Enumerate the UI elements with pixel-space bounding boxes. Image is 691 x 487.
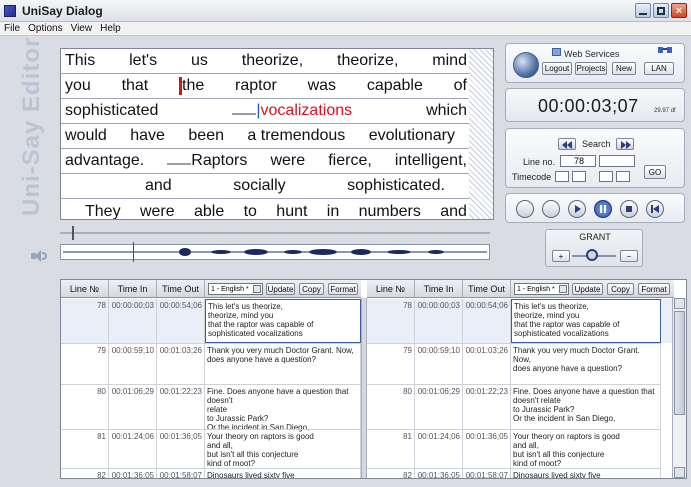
loop-icon[interactable] xyxy=(542,200,560,218)
copy-button-left[interactable]: Copy xyxy=(299,283,324,295)
subtitle-text-cell[interactable]: This let's us theorize, theorize, mind y… xyxy=(205,299,361,343)
logout-button[interactable]: Logout xyxy=(542,62,572,75)
menu-help[interactable]: Help xyxy=(96,23,125,34)
timecode-value: 00:00:03;07 xyxy=(538,96,639,116)
grid-scrollbar[interactable] xyxy=(672,298,686,478)
search-label: Search xyxy=(582,139,611,149)
editor-line: and socially sophisticated. xyxy=(61,174,471,199)
speaker-panel: GRANT + − xyxy=(545,229,643,267)
menu-file[interactable]: File xyxy=(0,23,24,34)
col-line-no-right[interactable]: Line № xyxy=(367,280,415,297)
minimize-button[interactable] xyxy=(635,3,651,18)
watermark-text: Uni-Say Editor xyxy=(18,36,45,216)
language-select-left[interactable]: 1 - English * xyxy=(208,283,263,295)
pause-icon[interactable] xyxy=(594,200,612,218)
update-button-left[interactable]: Update xyxy=(266,283,295,295)
grid-header-right: Line № Time In Time Out 1 - English * Up… xyxy=(367,280,674,298)
line-no-label: Line no. xyxy=(523,157,556,167)
title-bar: UniSay Dialog × xyxy=(0,0,691,22)
clock-icon[interactable] xyxy=(516,200,534,218)
timecode-hours-field[interactable] xyxy=(555,171,569,182)
subtitle-editor[interactable]: This let's us theorize, theorize, mind y… xyxy=(60,48,494,220)
network-icon xyxy=(658,47,672,54)
close-button[interactable]: × xyxy=(671,3,687,18)
rewind-icon[interactable] xyxy=(646,200,664,218)
go-button[interactable]: GO xyxy=(644,165,666,179)
waveform-graphic xyxy=(63,248,487,256)
editor-line: would have been a tremendous evolutionar… xyxy=(61,124,471,149)
editor-line: They were able to hunt in numbers and xyxy=(85,202,467,220)
editor-line: sophisticated |vocalizations which xyxy=(61,99,471,124)
audio-waveform[interactable] xyxy=(60,244,490,260)
editor-line: advantage. Raptors were fierce, intellig… xyxy=(61,149,471,174)
zoom-magnifier-icon[interactable] xyxy=(586,249,598,261)
grid-header-left: Line № Time In Time Out 1 - English * Up… xyxy=(61,280,361,298)
col-time-out-right[interactable]: Time Out xyxy=(463,280,511,297)
lan-button[interactable]: LAN xyxy=(644,62,674,75)
line-no-field-2[interactable] xyxy=(599,155,635,167)
speaker-name: GRANT xyxy=(579,232,611,242)
format-button-left[interactable]: Format xyxy=(328,283,358,295)
table-row[interactable]: 80 00:01:06;29 00:01:22;23 Fine. Does an… xyxy=(61,385,673,432)
timeline-track[interactable] xyxy=(60,232,490,234)
line-no-field[interactable]: 78 xyxy=(560,155,596,167)
speaker-icon[interactable] xyxy=(31,250,47,262)
table-row[interactable]: 82 00:01:36;05 00:01:58;07 Dinosaurs liv… xyxy=(61,469,673,478)
col-time-in-right[interactable]: Time In xyxy=(415,280,463,297)
timecode-minutes-field[interactable] xyxy=(572,171,586,182)
editor-margin xyxy=(469,49,493,219)
editor-line: you that the raptor was capable of xyxy=(61,74,471,99)
web-services-label: Web Services xyxy=(564,49,620,59)
search-forward-button[interactable] xyxy=(616,138,634,150)
flagged-word: vocalizations xyxy=(260,102,353,119)
timecode-frames-field[interactable] xyxy=(616,171,630,182)
menu-bar: File Options View Help xyxy=(0,22,691,36)
scroll-up-button[interactable] xyxy=(674,298,685,309)
timecode-display: 00:00:03;07 29.97 df xyxy=(505,88,685,122)
maximize-button[interactable] xyxy=(653,3,669,18)
update-button-right[interactable]: Update xyxy=(572,283,603,295)
table-row[interactable]: 81 00:01:24;06 00:01:36;05 Your theory o… xyxy=(61,430,673,468)
app-icon xyxy=(4,4,16,17)
timeline[interactable] xyxy=(60,226,494,268)
col-time-in[interactable]: Time In xyxy=(109,280,157,297)
menu-view[interactable]: View xyxy=(67,23,97,34)
zoom-in-button[interactable]: + xyxy=(552,250,570,262)
zoom-out-button[interactable]: − xyxy=(620,250,638,262)
new-button[interactable]: New xyxy=(612,62,636,75)
timecode-seconds-field[interactable] xyxy=(599,171,613,182)
subtitle-text-cell[interactable]: This let's us theorize, theorize, mind y… xyxy=(511,299,661,343)
format-button-right[interactable]: Format xyxy=(638,283,670,295)
projects-button[interactable]: Projects xyxy=(575,62,607,75)
search-back-button[interactable] xyxy=(558,138,576,150)
table-row[interactable]: 79 00:00:59;10 00:01:03;26 Thank you ver… xyxy=(61,344,673,384)
playhead[interactable] xyxy=(133,242,134,262)
chevron-down-icon xyxy=(253,285,261,293)
frame-rate: 29.97 df xyxy=(654,108,676,114)
window-title: UniSay Dialog xyxy=(22,3,103,18)
subtitle-grid: Line № Time In Time Out 1 - English * Up… xyxy=(60,279,687,479)
scroll-thumb[interactable] xyxy=(674,311,685,415)
web-services-icon xyxy=(552,48,561,56)
scroll-down-button[interactable] xyxy=(674,467,685,478)
grid-divider xyxy=(361,298,367,478)
globe-icon xyxy=(513,52,539,78)
timeline-handle[interactable] xyxy=(72,226,74,240)
chevron-down-icon xyxy=(559,285,567,293)
web-services-panel: Web Services Logout Projects New LAN xyxy=(505,43,685,83)
timecode-label: Timecode xyxy=(512,172,552,182)
language-select-right[interactable]: 1 - English * xyxy=(514,283,569,295)
col-time-out[interactable]: Time Out xyxy=(157,280,205,297)
sidebar-watermark: Uni-Say Editor xyxy=(14,37,54,236)
table-row[interactable]: 78 00:00:00;03 00:00:54;06 This let's us… xyxy=(61,299,673,343)
col-line-no[interactable]: Line № xyxy=(61,280,109,297)
play-icon[interactable] xyxy=(568,200,586,218)
menu-options[interactable]: Options xyxy=(24,23,66,34)
stop-icon[interactable] xyxy=(620,200,638,218)
copy-button-right[interactable]: Copy xyxy=(607,283,634,295)
transport-controls xyxy=(505,193,685,223)
search-panel: Search Line no. 78 Timecode GO xyxy=(505,128,685,188)
editor-line: This let's us theorize, theorize, mind xyxy=(61,49,471,74)
